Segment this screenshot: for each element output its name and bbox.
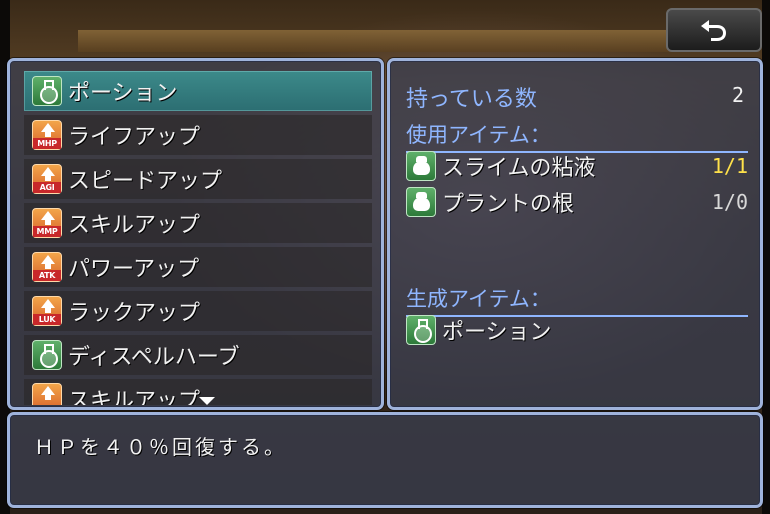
- flask-icon: [32, 76, 62, 106]
- recipe-item-potion[interactable]: ポーション: [24, 71, 372, 111]
- recipe-item-speed-up[interactable]: AGI スピードアップ: [24, 159, 372, 199]
- recipe-item-label: スピードアップ: [68, 169, 223, 194]
- recipe-item-life-up[interactable]: MHP ライフアップ: [24, 115, 372, 155]
- recipe-detail-panel: 持っている数 2 使用アイテム： スライムの粘液 1/1 プラントの根 1/0 …: [387, 58, 763, 410]
- recipe-list: ポーション MHP ライフアップ AGI スピードアップ MMP スキルアップ …: [24, 71, 372, 407]
- back-button[interactable]: [666, 8, 762, 52]
- recipe-item-label: ライフアップ: [68, 125, 201, 150]
- result-heading: 生成アイテム：: [406, 283, 748, 317]
- material-count: 1/1: [711, 154, 748, 178]
- recipe-item-label: ポーション: [68, 81, 178, 106]
- material-label: プラントの根: [442, 192, 575, 217]
- stat-up-icon: MHP: [32, 120, 62, 150]
- recipe-item-label: スキルアップ: [68, 389, 201, 405]
- recipe-item-skill-up-2[interactable]: スキルアップ: [24, 379, 372, 405]
- stat-up-icon: LUK: [32, 296, 62, 326]
- material-row: プラントの根 1/0: [406, 185, 748, 219]
- owned-count-value: 2: [731, 83, 744, 107]
- recipe-item-luck-up[interactable]: LUK ラックアップ: [24, 291, 372, 331]
- stat-tag: MMP: [33, 226, 61, 237]
- recipe-item-label: ディスペルハーブ: [68, 345, 240, 370]
- bag-icon: [406, 151, 436, 181]
- result-row: ポーション: [406, 313, 748, 347]
- description-text: ＨＰを４０％回復する。: [34, 435, 287, 459]
- material-count: 1/0: [711, 190, 748, 214]
- recipe-item-dispel-herb[interactable]: ディスペルハーブ: [24, 335, 372, 375]
- stat-tag: ATK: [33, 270, 61, 281]
- return-arrow-icon: [701, 20, 726, 41]
- stat-tag: LUK: [33, 314, 61, 325]
- recipe-item-label: パワーアップ: [68, 257, 200, 282]
- stat-tag: MHP: [33, 138, 61, 149]
- result-label: ポーション: [442, 320, 552, 345]
- background-shelf: [78, 30, 688, 52]
- materials-heading: 使用アイテム：: [406, 119, 748, 153]
- flask-icon: [406, 315, 436, 345]
- stat-up-icon: [32, 383, 62, 405]
- recipe-item-power-up[interactable]: ATK パワーアップ: [24, 247, 372, 287]
- material-row: スライムの粘液 1/1: [406, 149, 748, 183]
- recipe-item-label: スキルアップ: [68, 213, 201, 238]
- recipe-list-panel: ポーション MHP ライフアップ AGI スピードアップ MMP スキルアップ …: [7, 58, 384, 410]
- bag-icon: [406, 187, 436, 217]
- background-right-edge: [762, 0, 770, 514]
- stat-up-icon: AGI: [32, 164, 62, 194]
- stat-up-icon: ATK: [32, 252, 62, 282]
- recipe-item-label: ラックアップ: [68, 301, 201, 326]
- owned-count-label: 持っている数: [406, 87, 537, 112]
- scroll-down-arrow-icon[interactable]: [199, 397, 215, 405]
- flask-icon: [32, 340, 62, 370]
- recipe-item-skill-up[interactable]: MMP スキルアップ: [24, 203, 372, 243]
- description-panel: ＨＰを４０％回復する。: [7, 412, 763, 508]
- stat-tag: AGI: [33, 182, 61, 193]
- stat-up-icon: MMP: [32, 208, 62, 238]
- material-label: スライムの粘液: [442, 156, 596, 181]
